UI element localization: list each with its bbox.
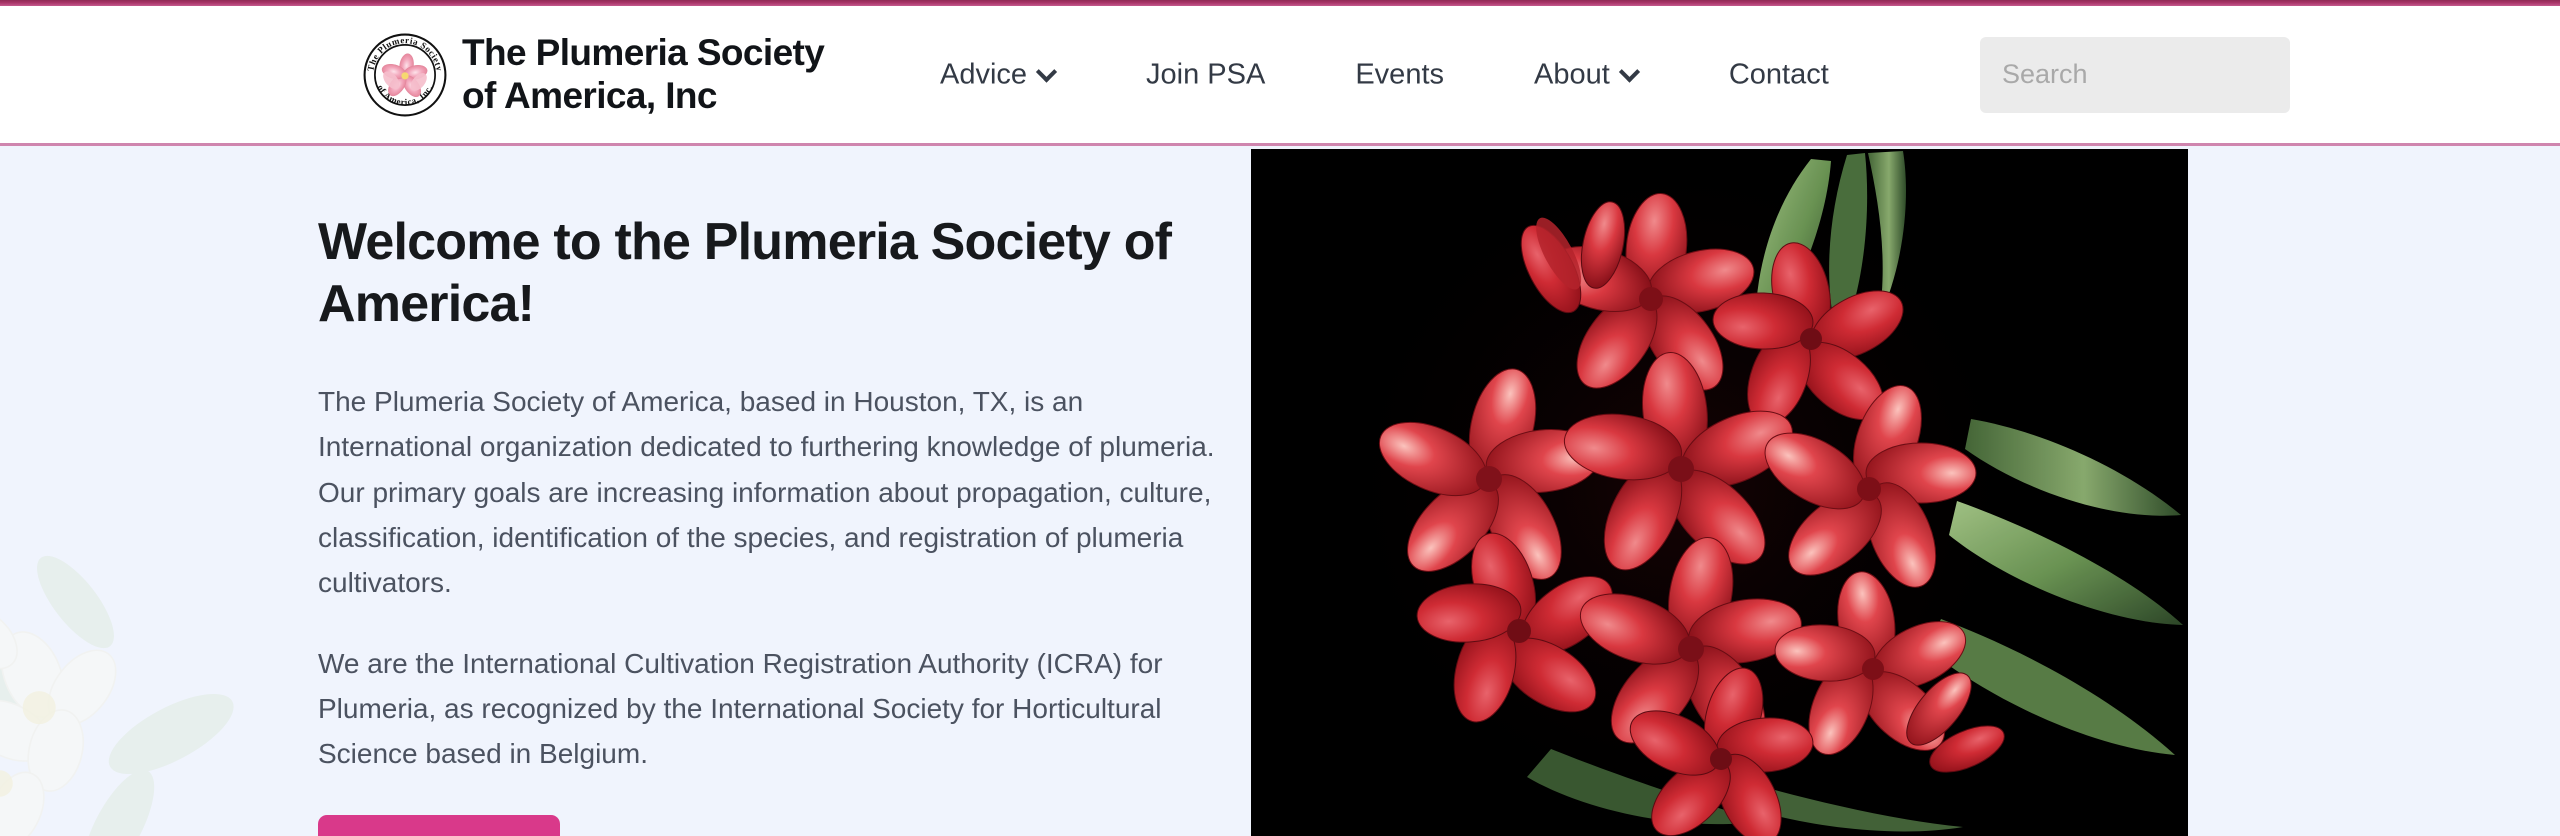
site-search-form [1980,36,2290,113]
hero-section: Welcome to the Plumeria Society of Ameri… [0,149,2560,836]
nav-item-contact[interactable]: Contact [1729,50,1829,99]
plumeria-seal-icon: The Plumeria Society of America, Inc. [362,31,448,118]
hero-paragraph-2: We are the International Cultivation Reg… [318,647,1163,770]
site-header: The Plumeria Society of America, Inc. Th… [0,6,2560,146]
brand-name: The Plumeria Society of America, Inc [462,31,825,116]
search-input[interactable] [1980,36,2290,113]
nav-item-events[interactable]: Events [1355,50,1444,99]
nav-item-label: Advice [940,58,1028,90]
nav-item-advice[interactable]: Advice [940,50,1056,99]
page-root: The Plumeria Society of America, Inc. Th… [0,0,2560,836]
chevron-down-icon [1621,63,1639,81]
hero-paragraph-1: The Plumeria Society of America, based i… [318,385,1215,599]
main-navigation: Advice Join PSA Events About Contact [940,50,1829,99]
nav-item-about[interactable]: About [1534,50,1639,99]
hero-image-plumeria [1251,149,2188,836]
brand-logo-link[interactable]: The Plumeria Society of America, Inc. Th… [362,31,825,118]
chevron-down-icon [1038,63,1056,81]
hero-copy: Welcome to the Plumeria Society of Ameri… [318,211,1248,836]
plumeria-watermark-icon [0,536,290,836]
nav-item-label: Join PSA [1146,58,1266,90]
nav-item-label: About [1534,58,1610,90]
nav-item-label: Events [1355,58,1445,90]
learn-more-button[interactable]: Learn More [318,814,561,836]
nav-item-join-psa[interactable]: Join PSA [1146,50,1265,99]
page-title: Welcome to the Plumeria Society of Ameri… [318,213,1172,334]
nav-item-label: Contact [1728,58,1829,90]
top-accent-bar [0,0,2560,6]
